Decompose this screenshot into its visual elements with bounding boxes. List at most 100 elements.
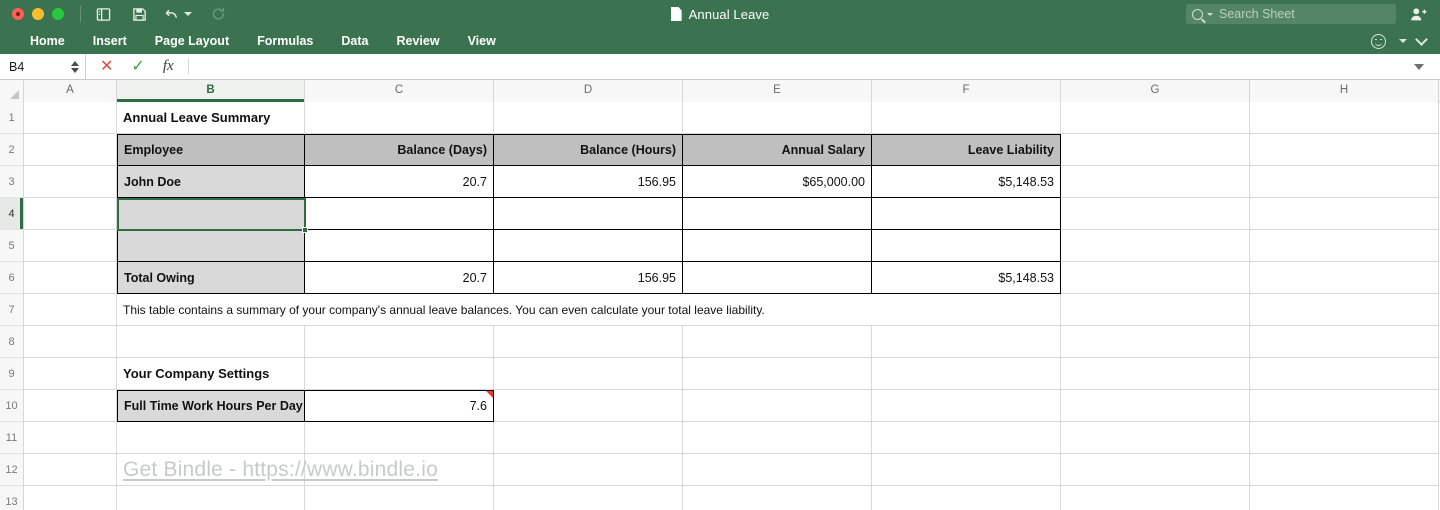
cell-b12[interactable]: Get Bindle - https://www.bindle.io bbox=[117, 454, 438, 486]
row-header-8[interactable]: 8 bbox=[0, 326, 23, 358]
cell-a1[interactable] bbox=[24, 102, 117, 134]
cell-g5[interactable] bbox=[1061, 230, 1250, 262]
menu-tab-formulas[interactable]: Formulas bbox=[243, 28, 327, 54]
menu-tab-home[interactable]: Home bbox=[16, 28, 79, 54]
cell-b5[interactable] bbox=[117, 230, 305, 262]
cell-f1[interactable] bbox=[872, 102, 1061, 134]
cell-c8[interactable] bbox=[305, 326, 494, 358]
close-window-button[interactable] bbox=[12, 8, 24, 20]
accept-check-icon[interactable]: ✓ bbox=[131, 58, 144, 75]
cell-f6[interactable]: $5,148.53 bbox=[872, 262, 1061, 294]
cell-g2[interactable] bbox=[1061, 134, 1250, 166]
cell-d13[interactable] bbox=[494, 486, 683, 510]
column-header-c[interactable]: C bbox=[305, 80, 494, 102]
cell-a4[interactable] bbox=[24, 198, 117, 230]
chevron-down-icon[interactable] bbox=[1415, 32, 1428, 46]
row-header-1[interactable]: 1 bbox=[0, 102, 23, 134]
cell-f12[interactable] bbox=[872, 454, 1061, 486]
cell-f3[interactable]: $5,148.53 bbox=[872, 166, 1061, 198]
cell-g9[interactable] bbox=[1061, 358, 1250, 390]
cell-c7[interactable] bbox=[305, 294, 494, 326]
column-header-e[interactable]: E bbox=[683, 80, 872, 102]
menu-tab-data[interactable]: Data bbox=[327, 28, 382, 54]
cell-g13[interactable] bbox=[1061, 486, 1250, 510]
menu-tab-insert[interactable]: Insert bbox=[79, 28, 141, 54]
cell-d2[interactable]: Balance (Hours) bbox=[494, 134, 683, 166]
cell-d8[interactable] bbox=[494, 326, 683, 358]
select-all-corner-button[interactable] bbox=[0, 80, 24, 102]
cell-c3[interactable]: 20.7 bbox=[305, 166, 494, 198]
formula-input[interactable] bbox=[188, 53, 1414, 80]
cell-e6[interactable] bbox=[683, 262, 872, 294]
cell-g6[interactable] bbox=[1061, 262, 1250, 294]
column-header-g[interactable]: G bbox=[1061, 80, 1250, 102]
cell-a11[interactable] bbox=[24, 422, 117, 454]
cell-d9[interactable] bbox=[494, 358, 683, 390]
cell-c5[interactable] bbox=[305, 230, 494, 262]
cell-b6[interactable]: Total Owing bbox=[117, 262, 305, 294]
save-icon[interactable] bbox=[129, 5, 149, 23]
fx-icon[interactable]: fx bbox=[163, 58, 174, 75]
cell-g8[interactable] bbox=[1061, 326, 1250, 358]
cell-d4[interactable] bbox=[494, 198, 683, 230]
cell-c11[interactable] bbox=[305, 422, 494, 454]
menu-tab-page-layout[interactable]: Page Layout bbox=[141, 28, 243, 54]
cell-c6[interactable]: 20.7 bbox=[305, 262, 494, 294]
cell-a3[interactable] bbox=[24, 166, 117, 198]
cell-d7[interactable] bbox=[494, 294, 683, 326]
cell-e2[interactable]: Annual Salary bbox=[683, 134, 872, 166]
cell-b10[interactable]: Full Time Work Hours Per Day bbox=[117, 390, 305, 422]
cell-c13[interactable] bbox=[305, 486, 494, 510]
cell-a5[interactable] bbox=[24, 230, 117, 262]
cell-g1[interactable] bbox=[1061, 102, 1250, 134]
cell-d3[interactable]: 156.95 bbox=[494, 166, 683, 198]
cell-e4[interactable] bbox=[683, 198, 872, 230]
cell-h2[interactable] bbox=[1250, 134, 1439, 166]
cell-b1[interactable]: Annual Leave Summary bbox=[117, 102, 305, 134]
cell-g11[interactable] bbox=[1061, 422, 1250, 454]
cell-g3[interactable] bbox=[1061, 166, 1250, 198]
cell-a12[interactable] bbox=[24, 454, 117, 486]
cell-b9[interactable]: Your Company Settings bbox=[117, 358, 305, 390]
cell-c10[interactable]: 7.6 bbox=[305, 390, 494, 422]
cell-h10[interactable] bbox=[1250, 390, 1439, 422]
cell-c2[interactable]: Balance (Days) bbox=[305, 134, 494, 166]
row-header-13[interactable]: 13 bbox=[0, 486, 23, 510]
cell-e11[interactable] bbox=[683, 422, 872, 454]
cell-f8[interactable] bbox=[872, 326, 1061, 358]
cell-b4[interactable] bbox=[117, 198, 305, 230]
cell-e9[interactable] bbox=[683, 358, 872, 390]
formula-bar-expand-icon[interactable] bbox=[1414, 63, 1424, 70]
cell-a8[interactable] bbox=[24, 326, 117, 358]
cell-b7[interactable]: This table contains a summary of your co… bbox=[117, 294, 765, 326]
cancel-x-icon[interactable]: ✕ bbox=[100, 58, 113, 75]
column-header-a[interactable]: A bbox=[24, 80, 117, 102]
cell-d6[interactable]: 156.95 bbox=[494, 262, 683, 294]
cell-h5[interactable] bbox=[1250, 230, 1439, 262]
add-user-icon[interactable] bbox=[1408, 5, 1428, 23]
maximize-window-button[interactable] bbox=[52, 8, 64, 20]
search-input[interactable]: Search Sheet bbox=[1186, 4, 1396, 24]
cell-f7[interactable] bbox=[872, 294, 1061, 326]
menu-tab-view[interactable]: View bbox=[454, 28, 510, 54]
cell-g12[interactable] bbox=[1061, 454, 1250, 486]
cell-d11[interactable] bbox=[494, 422, 683, 454]
cell-f2[interactable]: Leave Liability bbox=[872, 134, 1061, 166]
column-header-h[interactable]: H bbox=[1250, 80, 1439, 102]
cell-a7[interactable] bbox=[24, 294, 117, 326]
row-header-7[interactable]: 7 bbox=[0, 294, 23, 326]
cell-a13[interactable] bbox=[24, 486, 117, 510]
undo-icon[interactable] bbox=[165, 5, 192, 23]
cell-c1[interactable] bbox=[305, 102, 494, 134]
cell-d10[interactable] bbox=[494, 390, 683, 422]
cell-f10[interactable] bbox=[872, 390, 1061, 422]
cell-h1[interactable] bbox=[1250, 102, 1439, 134]
cell-e8[interactable] bbox=[683, 326, 872, 358]
sidebar-toggle-icon[interactable] bbox=[93, 5, 113, 23]
cell-d1[interactable] bbox=[494, 102, 683, 134]
cell-h9[interactable] bbox=[1250, 358, 1439, 390]
row-header-6[interactable]: 6 bbox=[0, 262, 23, 294]
cell-h11[interactable] bbox=[1250, 422, 1439, 454]
cell-e12[interactable] bbox=[683, 454, 872, 486]
cell-d12[interactable] bbox=[494, 454, 683, 486]
